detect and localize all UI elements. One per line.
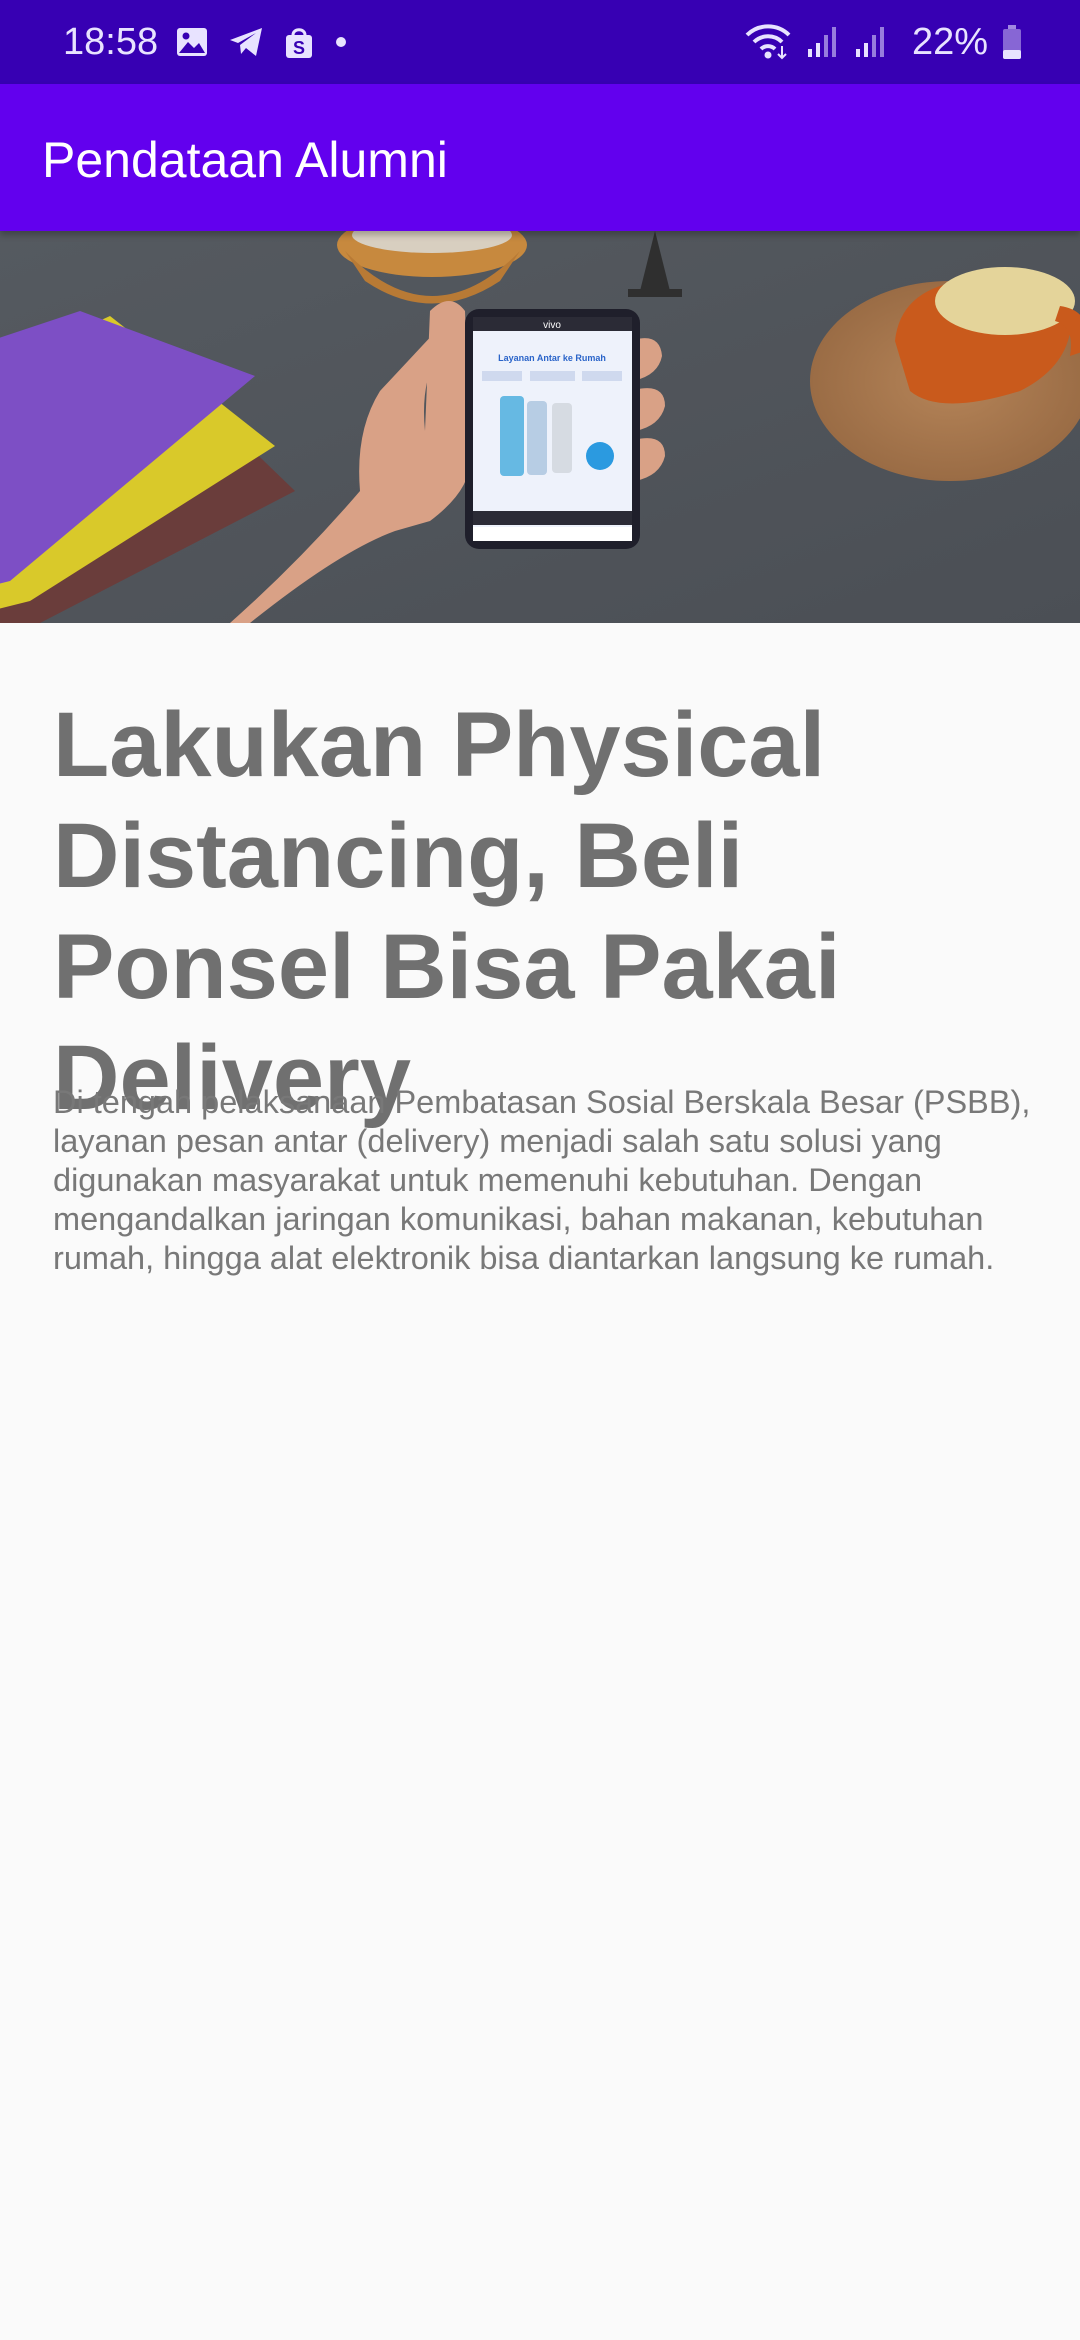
battery-percentage: 22% xyxy=(911,21,988,63)
app-bar: Pendataan Alumni xyxy=(0,84,1080,231)
app-title: Pendataan Alumni xyxy=(42,132,448,188)
signal-icon xyxy=(855,27,884,57)
phone-headline: Layanan Antar ke Rumah xyxy=(498,353,606,363)
dot-icon xyxy=(336,37,346,47)
phone-brand: vivo xyxy=(543,320,561,331)
article-title: Lakukan Physical Distancing, Beli Ponsel… xyxy=(53,694,841,1129)
telegram-icon xyxy=(230,28,262,56)
status-time: 18:58 xyxy=(63,21,159,63)
status-bar: 18:58 S 22% xyxy=(0,0,1080,84)
hero-image: vivo Layanan Antar ke Rumah xyxy=(0,231,1080,623)
signal-icon xyxy=(807,27,836,57)
system-icons: 22% xyxy=(744,18,1022,66)
notification-icons: S xyxy=(176,22,348,62)
gallery-icon xyxy=(177,28,207,56)
shopee-icon: S xyxy=(286,28,312,58)
wifi-icon xyxy=(745,24,791,60)
battery-icon xyxy=(1003,25,1021,59)
article-body: Di tengah pelaksanaan Pembatasan Sosial … xyxy=(53,1084,1031,1276)
svg-text:S: S xyxy=(293,38,305,58)
hero-photo: vivo Layanan Antar ke Rumah xyxy=(0,231,1080,623)
